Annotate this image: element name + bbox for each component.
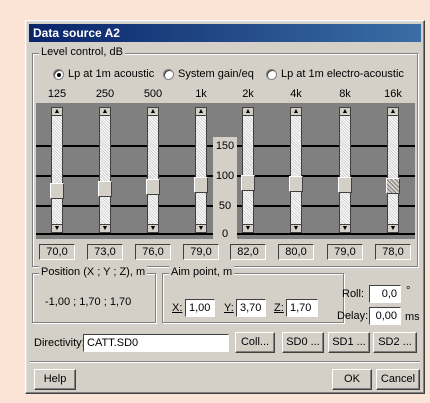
scale-label-100: 100 <box>213 170 237 182</box>
aim-x-label: X: <box>172 302 183 314</box>
slider-thumb[interactable] <box>289 176 303 192</box>
slider-up-arrow-icon[interactable]: ▲ <box>339 107 351 116</box>
level-slider-125[interactable]: ▲ ▼ <box>50 107 64 233</box>
directivity-input[interactable]: CATT.SD0 <box>83 334 229 352</box>
slider-down-arrow-icon[interactable]: ▼ <box>339 224 351 233</box>
radio-lp-acoustic[interactable]: Lp at 1m acoustic <box>53 68 154 80</box>
freq-label-8k: 8k <box>339 88 351 100</box>
slider-up-arrow-icon[interactable]: ▲ <box>290 107 302 116</box>
radio-lp-electro-acoustic-dot <box>266 68 277 80</box>
directivity-label: Directivity: <box>34 337 85 349</box>
dialog-window: Data source A2 Level control, dB Lp at 1… <box>25 20 425 394</box>
position-label: Position (X ; Y ; Z), m <box>39 266 148 278</box>
slider-up-arrow-icon[interactable]: ▲ <box>195 107 207 116</box>
freq-label-2k: 2k <box>242 88 254 100</box>
slider-down-arrow-icon[interactable]: ▼ <box>242 224 254 233</box>
freq-label-500: 500 <box>143 88 163 100</box>
freq-label-16k: 16k <box>384 88 402 100</box>
aim-point-label: Aim point, m <box>169 266 235 278</box>
level-value-250[interactable]: 73,0 <box>87 244 123 260</box>
aim-x-input[interactable]: 1,00 <box>185 299 215 317</box>
sd1-button[interactable]: SD1 ... <box>328 332 370 353</box>
level-value-16k[interactable]: 78,0 <box>375 244 411 260</box>
level-slider-16k[interactable]: ▲ ▼ <box>386 107 400 233</box>
aim-z-input[interactable]: 1,70 <box>286 299 318 317</box>
slider-down-arrow-icon[interactable]: ▼ <box>290 224 302 233</box>
sd0-button[interactable]: SD0 ... <box>282 332 324 353</box>
freq-label-4k: 4k <box>290 88 302 100</box>
slider-down-arrow-icon[interactable]: ▼ <box>387 224 399 233</box>
level-slider-4k[interactable]: ▲ ▼ <box>289 107 303 233</box>
level-slider-500[interactable]: ▲ ▼ <box>146 107 160 233</box>
level-slider-250[interactable]: ▲ ▼ <box>98 107 112 233</box>
scale-label-150: 150 <box>213 140 237 152</box>
aim-y-input[interactable]: 3,70 <box>236 299 266 317</box>
radio-system-gain-dot <box>163 68 174 80</box>
level-slider-1k[interactable]: ▲ ▼ <box>194 107 208 233</box>
radio-lp-acoustic-label: Lp at 1m acoustic <box>68 68 155 80</box>
dialog-title: Data source A2 <box>29 24 421 42</box>
level-control-label: Level control, dB <box>39 46 125 58</box>
slider-down-arrow-icon[interactable]: ▼ <box>195 224 207 233</box>
radio-system-gain[interactable]: System gain/eq <box>163 68 254 80</box>
radio-lp-electro-acoustic-label: Lp at 1m electro-acoustic <box>281 68 404 80</box>
scale-label-0: 0 <box>213 228 237 240</box>
slider-thumb[interactable] <box>146 179 160 195</box>
level-value-500[interactable]: 76,0 <box>135 244 171 260</box>
aim-z-label: Z: <box>274 302 284 314</box>
slider-thumb[interactable] <box>50 183 64 199</box>
slider-thumb[interactable] <box>386 178 400 194</box>
slider-up-arrow-icon[interactable]: ▲ <box>242 107 254 116</box>
delay-input[interactable]: 0,00 <box>369 307 401 325</box>
slider-thumb[interactable] <box>338 177 352 193</box>
delay-unit: ms <box>405 311 420 323</box>
delay-label: Delay: <box>337 310 369 322</box>
level-slider-8k[interactable]: ▲ ▼ <box>338 107 352 233</box>
position-group: Position (X ; Y ; Z), m -1,00 ; 1,70 ; 1… <box>32 266 156 323</box>
level-value-8k[interactable]: 79,0 <box>327 244 363 260</box>
ok-button[interactable]: OK <box>332 369 372 390</box>
radio-lp-electro-acoustic[interactable]: Lp at 1m electro-acoustic <box>266 68 404 80</box>
level-value-2k[interactable]: 82,0 <box>230 244 266 260</box>
slider-down-arrow-icon[interactable]: ▼ <box>99 224 111 233</box>
freq-label-125: 125 <box>47 88 67 100</box>
level-scale: 150 100 50 0 <box>213 137 237 241</box>
roll-label: Roll: <box>342 288 365 300</box>
slider-down-arrow-icon[interactable]: ▼ <box>51 224 63 233</box>
scale-label-50: 50 <box>213 200 237 212</box>
slider-up-arrow-icon[interactable]: ▲ <box>147 107 159 116</box>
freq-label-250: 250 <box>95 88 115 100</box>
slider-thumb[interactable] <box>194 177 208 193</box>
coll-button[interactable]: Coll... <box>235 332 275 353</box>
slider-up-arrow-icon[interactable]: ▲ <box>387 107 399 116</box>
level-value-1k[interactable]: 79,0 <box>183 244 219 260</box>
footer-separator <box>30 361 420 363</box>
sd2-button[interactable]: SD2 ... <box>373 332 417 353</box>
level-value-125[interactable]: 70,0 <box>39 244 75 260</box>
freq-label-1k: 1k <box>195 88 207 100</box>
radio-system-gain-label: System gain/eq <box>178 68 254 80</box>
cancel-button[interactable]: Cancel <box>376 369 420 390</box>
slider-thumb[interactable] <box>98 181 112 197</box>
radio-lp-acoustic-dot <box>53 68 64 80</box>
roll-input[interactable]: 0,0 <box>369 285 401 303</box>
slider-thumb[interactable] <box>241 175 255 191</box>
level-value-4k[interactable]: 80,0 <box>278 244 314 260</box>
level-slider-2k[interactable]: ▲ ▼ <box>241 107 255 233</box>
help-button[interactable]: Help <box>34 369 76 390</box>
slider-up-arrow-icon[interactable]: ▲ <box>99 107 111 116</box>
slider-down-arrow-icon[interactable]: ▼ <box>147 224 159 233</box>
aim-y-label: Y: <box>224 302 234 314</box>
level-slider-panel: 150 100 50 0 ▲ ▼ ▲ ▼ ▲ ▼ ▲ ▼ ▲ ▼ ▲ ▼ ▲ ▼… <box>36 103 415 241</box>
position-value: -1,00 ; 1,70 ; 1,70 <box>45 296 132 308</box>
roll-unit: ° <box>406 285 411 297</box>
slider-up-arrow-icon[interactable]: ▲ <box>51 107 63 116</box>
